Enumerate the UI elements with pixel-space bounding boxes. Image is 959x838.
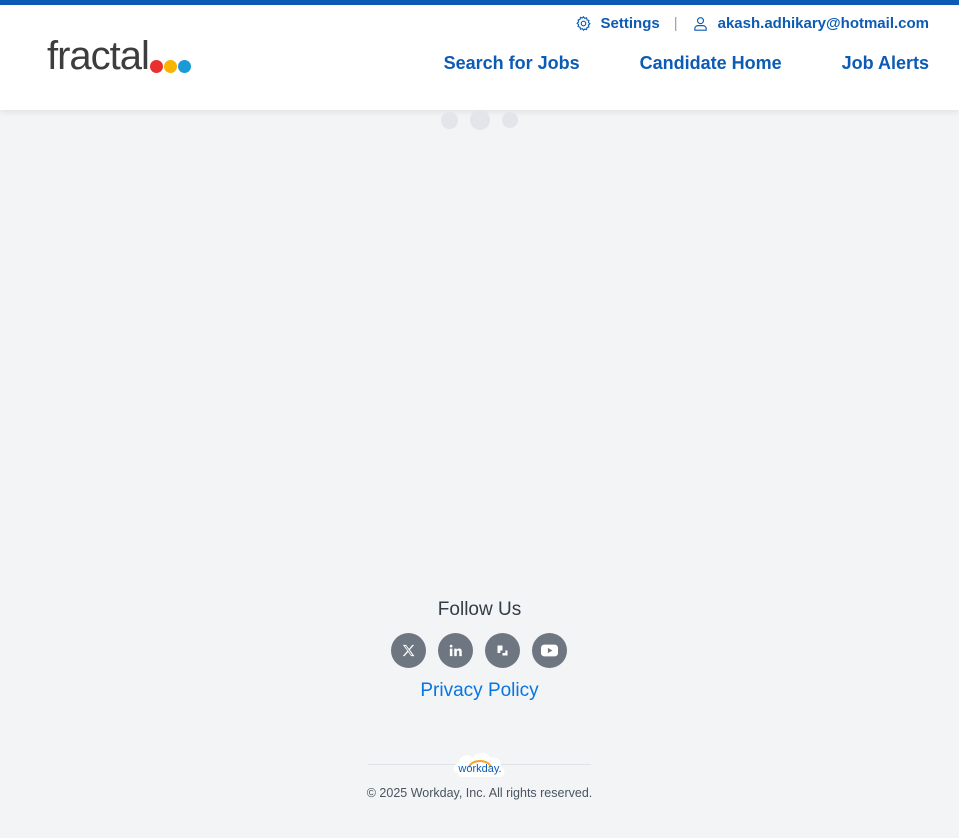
glassdoor-button[interactable]: [485, 633, 520, 668]
social-links: [391, 633, 567, 668]
follow-us-heading: Follow Us: [437, 599, 522, 620]
utility-nav: Settings | akash.adhikary@hotmail.com: [575, 14, 929, 32]
linkedin-icon: [449, 644, 462, 657]
user-icon: [693, 16, 707, 31]
logo-dots: [149, 60, 191, 73]
glassdoor-icon: [497, 645, 508, 656]
settings-label: Settings: [600, 14, 660, 32]
utility-separator: |: [673, 14, 678, 32]
loading-dot: [470, 110, 490, 130]
user-account-link[interactable]: akash.adhikary@hotmail.com: [692, 15, 929, 32]
nav-search-for-jobs[interactable]: Search for Jobs: [444, 53, 580, 74]
loading-dot: [502, 112, 518, 128]
main-nav: Search for Jobs Candidate Home Job Alert…: [444, 53, 929, 74]
nav-candidate-home[interactable]: Candidate Home: [640, 53, 782, 74]
linkedin-button[interactable]: [438, 633, 473, 668]
loading-dot: [441, 111, 458, 129]
settings-link[interactable]: Settings: [575, 15, 660, 32]
user-email: akash.adhikary@hotmail.com: [717, 14, 929, 32]
nav-job-alerts[interactable]: Job Alerts: [842, 53, 929, 74]
logo-dot-red: [149, 60, 163, 73]
site-header: fractal Settings | akash.adhikary@hotmai…: [0, 5, 959, 110]
youtube-button[interactable]: [532, 633, 567, 668]
fractal-logo[interactable]: fractal: [47, 32, 191, 76]
loading-indicator: [441, 110, 518, 130]
x-twitter-icon: [402, 644, 415, 657]
youtube-icon: [541, 644, 558, 657]
copyright-text: © 2025 Workday, Inc. All rights reserved…: [366, 786, 593, 800]
workday-logo-text: workday.: [457, 763, 501, 775]
gear-icon: [575, 15, 591, 31]
logo-dot-blue: [177, 60, 191, 73]
logo-text: fractal: [47, 34, 150, 78]
workday-logo-icon: workday.: [453, 752, 505, 777]
x-twitter-button[interactable]: [391, 633, 426, 668]
logo-dot-yellow: [163, 60, 177, 73]
privacy-policy-link[interactable]: Privacy Policy: [0, 680, 959, 702]
